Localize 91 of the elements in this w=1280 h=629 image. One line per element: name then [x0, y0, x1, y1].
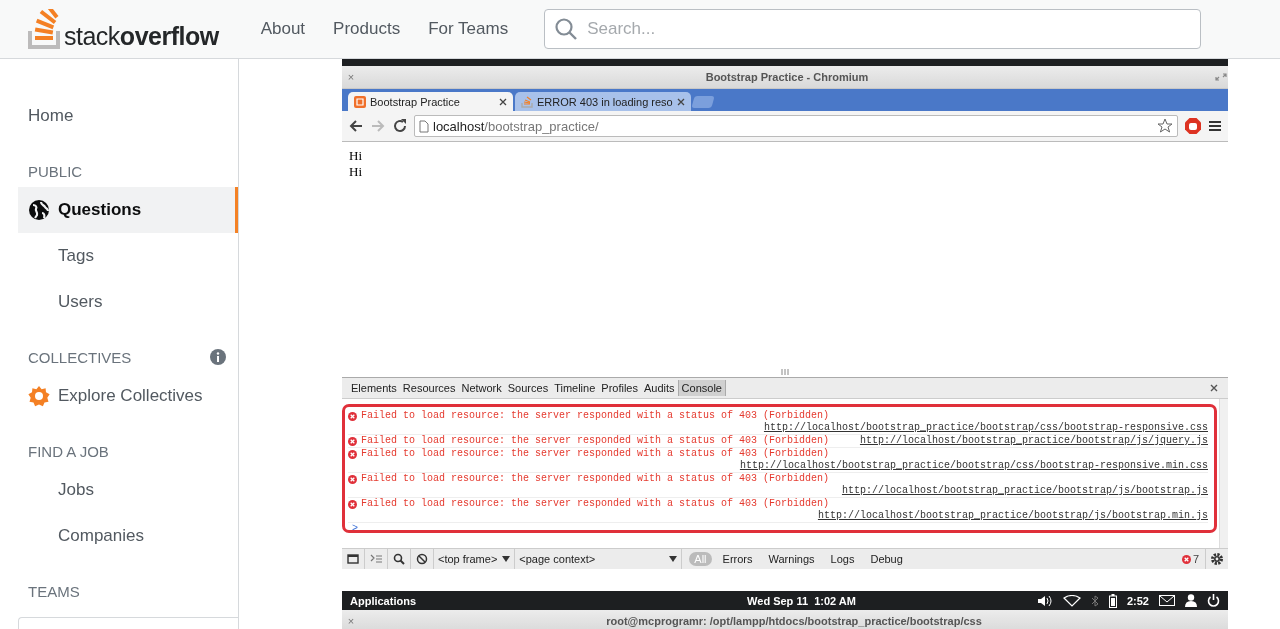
window-title: root@mcprogramr: /opt/lampp/htdocs/bootstrap_practice/bootstrap/css	[605, 615, 983, 627]
badge-icon	[28, 385, 50, 407]
sidebar-item[interactable]: Companies	[0, 513, 238, 559]
star-icon[interactable]	[1157, 118, 1173, 134]
section-heading: PUBLIC	[28, 162, 83, 180]
address-bar[interactable]: localhost/bootstrap_practice/	[414, 115, 1178, 137]
user-icon[interactable]	[1185, 594, 1197, 607]
error-message: Failed to load resource: the server responded with a status of 403 (Forbidden)	[361, 473, 830, 485]
mail-icon[interactable]	[1159, 595, 1175, 606]
error-message: Failed to load resource: the server responded with a status of 403 (Forbidden)	[361, 498, 830, 510]
error-icon	[348, 449, 357, 459]
resource-link[interactable]: http://localhost/bootstrap_practice/bootstrap/css/bootstrap-responsive.min.css	[348, 460, 1208, 472]
devtools-tab[interactable]: Network	[458, 380, 505, 396]
battery-time: 2:52	[1126, 594, 1149, 607]
close-icon	[499, 97, 507, 106]
scrollbar[interactable]	[1219, 399, 1228, 548]
sidebar-item[interactable]: Users	[0, 279, 238, 325]
error-icon	[348, 436, 357, 446]
browser-tab[interactable]: ERROR 403 in loading reso	[515, 92, 691, 111]
devtools-tab[interactable]: Console	[677, 380, 726, 396]
nav-link[interactable]: For Teams	[416, 13, 521, 45]
devtools-tab[interactable]: Resources	[399, 380, 459, 396]
caret-icon	[669, 556, 678, 562]
clock: Wed Sep 11 1:02 AM	[746, 594, 857, 607]
back-icon[interactable]	[348, 118, 364, 134]
browser-tab[interactable]: Bootstrap Practice	[348, 92, 513, 111]
section-heading: COLLECTIVES	[28, 348, 132, 366]
search-icon	[554, 17, 579, 41]
globe-icon	[28, 199, 50, 221]
filter-button[interactable]: Errors	[717, 552, 758, 566]
volume-icon	[1036, 594, 1053, 607]
search-icon[interactable]	[393, 553, 405, 565]
search-field[interactable]: Search...	[544, 9, 1202, 49]
error-message: Failed to load resource: the server responded with a status of 403 (Forbidden)	[361, 410, 830, 422]
sidebar-item[interactable]: Questions	[18, 187, 238, 233]
bluetooth-icon	[1090, 594, 1099, 607]
section-heading: TEAMS	[28, 582, 80, 600]
devtools-tab[interactable]: Profiles	[598, 380, 641, 396]
filter-button[interactable]: Warnings	[763, 552, 820, 566]
devtools-tab[interactable]: Timeline	[551, 380, 599, 396]
devtools-tab[interactable]: Audits	[641, 380, 678, 396]
info-icon	[210, 349, 226, 365]
resource-link[interactable]: http://localhost/bootstrap_practice/bootstrap/js/bootstrap.js	[348, 485, 1208, 497]
sidebar-item[interactable]: Home	[0, 93, 238, 139]
section-heading: FIND A JOB	[28, 442, 109, 460]
applications-menu[interactable]: Applications	[350, 594, 416, 607]
close-icon	[676, 97, 685, 106]
stack-logo-icon	[28, 9, 62, 49]
page-icon	[419, 119, 429, 133]
power-icon[interactable]	[1207, 594, 1220, 607]
stackoverflow-logo[interactable]: stackoverflow	[28, 9, 219, 49]
devtools-tab[interactable]: Sources	[504, 380, 552, 396]
error-icon	[348, 499, 357, 509]
menu-icon[interactable]	[1208, 119, 1222, 133]
devtools-tab[interactable]: Elements	[348, 380, 400, 396]
sidebar-item[interactable]: Tags	[0, 233, 238, 279]
page-text: Hi	[349, 148, 363, 164]
error-icon	[348, 474, 357, 484]
console-prompt[interactable]: >	[348, 523, 1208, 530]
nav-link[interactable]: Products	[321, 13, 413, 45]
filter-button[interactable]: Debug	[865, 552, 908, 566]
resource-link[interactable]: http://localhost/bootstrap_practice/bootstrap/js/jquery.js	[859, 435, 1208, 447]
app-icon	[354, 95, 366, 108]
reload-icon[interactable]	[392, 118, 408, 134]
error-icon	[348, 411, 357, 421]
sidebar-item[interactable]: Explore Collectives	[0, 373, 238, 419]
page-text: Hi	[349, 164, 363, 180]
nav-link[interactable]: About	[248, 13, 318, 45]
error-message: Failed to load resource: the server responded with a status of 403 (Forbidden)	[361, 435, 830, 447]
window-title: Bootstrap Practice - Chromium	[704, 71, 870, 83]
close-button[interactable]: ×	[342, 615, 360, 627]
close-icon[interactable]	[1210, 384, 1218, 392]
resource-link[interactable]: http://localhost/bootstrap_practice/bootstrap/css/bootstrap-responsive.css	[348, 422, 1208, 434]
battery-icon	[1108, 593, 1117, 608]
stop-sign-icon[interactable]	[1184, 117, 1202, 135]
error-count: 7	[1192, 553, 1199, 565]
error-message: Failed to load resource: the server responded with a status of 403 (Forbidden)	[361, 448, 830, 460]
stack-icon	[521, 95, 533, 108]
close-button[interactable]: ×	[342, 71, 360, 83]
resource-link[interactable]: http://localhost/bootstrap_practice/bootstrap/js/bootstrap.min.js	[348, 510, 1208, 522]
filter-button[interactable]: Logs	[825, 552, 860, 566]
sidebar-item[interactable]: Jobs	[0, 467, 238, 513]
error-icon	[1181, 554, 1191, 564]
drag-handle-icon[interactable]	[781, 369, 789, 375]
settings-icon[interactable]	[1210, 552, 1224, 566]
console-drawer-icon[interactable]	[370, 553, 382, 565]
caret-icon	[502, 556, 511, 562]
resize-icon	[1214, 72, 1228, 82]
clear-icon[interactable]	[416, 553, 428, 565]
dock-icon[interactable]	[347, 553, 359, 565]
wifi-icon	[1062, 594, 1081, 607]
